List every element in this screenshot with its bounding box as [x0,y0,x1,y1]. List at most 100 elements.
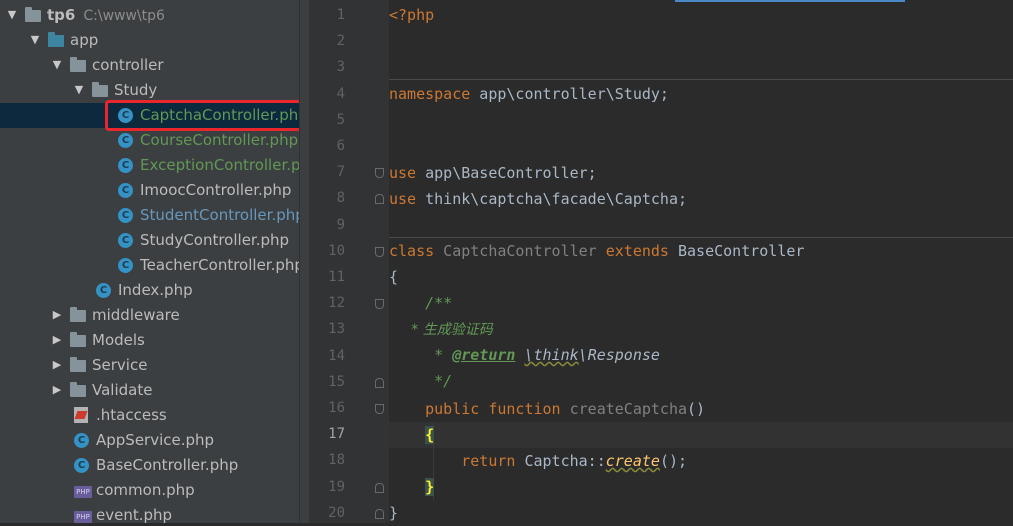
tree-item-label: Validate [92,378,152,403]
fold-expand-icon[interactable] [375,482,384,493]
tree-item[interactable]: ▶ middleware [0,303,299,328]
tree-scrollbar[interactable] [299,0,309,523]
line-number: 18 [328,452,345,469]
tree-item-label: Models [92,328,145,353]
fold-collapse-icon[interactable] [375,246,384,257]
folder-icon [70,307,86,322]
code-line-14[interactable]: * @return \think\Response [389,342,660,368]
doc-tag: @return [452,346,516,364]
code-line-20[interactable]: } [389,500,398,523]
php-class-icon: C [96,283,111,298]
folder-icon [70,57,86,72]
htaccess-file-icon [74,407,88,423]
line-number: 20 [328,504,345,521]
folder-icon [70,382,86,397]
tree-item[interactable]: C ExceptionController.php [0,153,299,178]
tree-item[interactable]: .htaccess [0,403,299,428]
project-tree[interactable]: ▼ tp6 C:\www\tp6 ▼ app ▼ controller ▼ Study C Capt… [0,0,299,523]
chevron-down-icon[interactable]: ▼ [5,7,19,23]
code-line-15[interactable]: */ [389,368,452,394]
line-number: 6 [336,138,345,154]
tree-item-label: common.php [96,478,195,503]
tree-item-label: tp6 C:\www\tp6 [47,3,165,28]
tree-item[interactable]: C BaseController.php [0,453,299,478]
chevron-right-icon[interactable]: ▶ [50,307,64,323]
code-line-4[interactable]: namespace app\controller\Study; [389,81,669,107]
chevron-down-icon[interactable]: ▼ [50,57,64,73]
code-line-7[interactable]: use app\BaseController; [389,160,597,186]
fold-collapse-icon[interactable] [375,299,384,310]
tree-item-name: Service [92,356,148,374]
chevron-right-icon[interactable]: ▶ [50,332,64,348]
tree-item-label: ExceptionController.php [140,153,299,178]
annotation-highlight-box [105,100,299,131]
chevron-right-icon[interactable]: ▶ [50,357,64,373]
tree-item-name: Index.php [118,281,193,299]
keyword: namespace [389,85,471,103]
tree-item-label: controller [92,53,164,78]
fold-collapse-icon[interactable] [375,404,384,414]
parens: () [687,400,706,418]
line-number: 12 [328,295,345,312]
line-number: 5 [336,111,345,128]
tree-item[interactable]: C ImoocController.php [0,178,299,203]
tree-item[interactable]: C StudentController.php [0,203,299,228]
line-number-gutter: 1 2 3 4 5 6 7 8 9 10 11 12 13 14 15 16 17 18 19 20 [309,0,389,523]
base-class: BaseController [668,242,805,260]
code-line-1[interactable]: <?php [389,2,434,28]
tree-item[interactable]: C TeacherController.php [0,253,299,278]
tree-item-label: AppService.php [96,428,214,453]
php-class-icon: C [118,258,133,273]
line-number: 10 [328,242,345,259]
tree-item-name: .htaccess [96,406,167,424]
chevron-down-icon[interactable]: ▼ [28,32,42,48]
tree-item[interactable]: C CourseController.php [0,128,299,153]
method-call: create [605,452,660,470]
tree-item[interactable]: ▼ controller [0,53,299,78]
code-line-13[interactable]: * 生成验证码 [389,316,492,342]
tree-item-name: StudyController.php [140,231,290,249]
fold-expand-icon[interactable] [375,194,384,205]
tree-item-name: tp6 [47,6,76,24]
class-ref: Captcha:: [515,452,606,470]
tree-item[interactable]: ▼ app [0,28,299,53]
tree-item-label: app [70,28,98,53]
chevron-down-icon[interactable]: ▼ [72,82,86,98]
code-line-19[interactable]: } [389,474,435,500]
method-separator [389,79,1013,80]
code-line-10[interactable]: class CaptchaController extends BaseCont… [389,238,804,264]
code-line-17[interactable]: { [389,422,435,448]
code-line-16[interactable]: public function createCaptcha() [389,396,705,422]
tree-item-name: ImoocController.php [140,181,292,199]
doc-type-class: Response [587,346,660,364]
tree-item[interactable]: PHP common.php [0,478,299,503]
keyword: function [488,400,561,418]
fold-expand-icon[interactable] [375,377,384,388]
code-line-11[interactable]: { [389,264,398,290]
tree-item-name: Validate [92,381,153,399]
doc-comment: * [389,346,453,364]
code-line-8[interactable]: use think\captcha\facade\Captcha; [389,186,687,212]
tree-item[interactable]: C StudyController.php [0,228,299,253]
tree-item-name: CourseController.php [140,131,299,149]
doc-comment: /** [389,294,453,312]
tree-item[interactable]: ▶ Validate [0,378,299,403]
fold-expand-icon[interactable] [375,508,384,519]
tree-item-name: middleware [92,306,180,324]
tree-item[interactable]: C AppService.php [0,428,299,453]
line-number: 9 [336,216,345,233]
tree-item[interactable]: ▶ Service [0,353,299,378]
code-editor[interactable]: <?php namespace app\controller\Study; us… [389,0,1013,523]
tree-item[interactable]: ▶ Models [0,328,299,353]
line-number: 19 [328,478,345,495]
tree-item[interactable]: ▼ tp6 C:\www\tp6 [0,3,299,28]
tree-item[interactable]: C Index.php [0,278,299,303]
doc-type-sep: \ [578,346,588,364]
tree-item[interactable]: PHP event.php [0,503,299,523]
fold-collapse-icon[interactable] [375,168,384,179]
code-line-12[interactable]: /** [389,290,452,316]
code-line-18[interactable]: return Captcha::create(); [389,448,687,474]
editor-top-indicator [675,0,905,2]
php-class-icon: C [118,233,133,248]
chevron-right-icon[interactable]: ▶ [50,382,64,398]
